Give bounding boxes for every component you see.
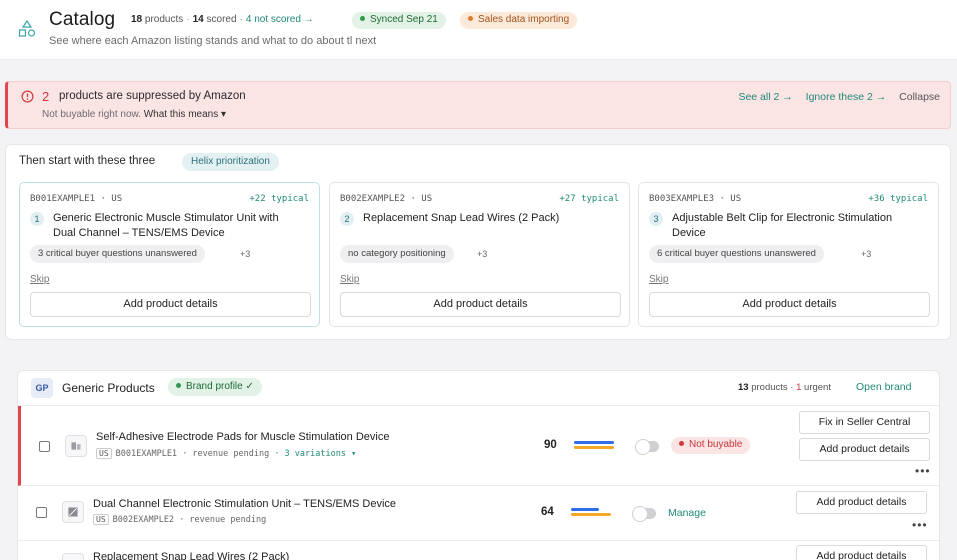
- catalog-shapes-icon: [18, 20, 36, 37]
- sales-import-badge: Sales data importing: [460, 12, 578, 29]
- skip-link[interactable]: Skip: [30, 274, 49, 285]
- skip-link[interactable]: Skip: [649, 274, 668, 285]
- fix-in-seller-central-button[interactable]: Fix in Seller Central: [799, 411, 930, 434]
- alert-circle-icon: [21, 90, 34, 103]
- brand-profile-badge: Brand profile ✓: [168, 378, 262, 396]
- not-scored-link[interactable]: 4 not scored →: [246, 14, 314, 25]
- card-product-name: Adjustable Belt Clip for Electronic Stim…: [672, 212, 893, 239]
- suggestions-title: Then start with these three: [19, 155, 156, 167]
- product-name[interactable]: Self-Adhesive Electrode Pads for Muscle …: [96, 431, 389, 443]
- listing-score: 90: [544, 439, 557, 451]
- product-thumbnail-icon: [62, 553, 84, 560]
- card-asin: B001EXAMPLE1 · US: [30, 194, 123, 204]
- not-buyable-badge: Not buyable: [671, 437, 751, 454]
- row-checkbox[interactable]: [36, 507, 47, 518]
- score-bars: [571, 508, 615, 518]
- card-rank: 2: [340, 212, 354, 226]
- listing-toggle[interactable]: [632, 506, 656, 522]
- table-row: Dual Channel Electronic Stimulation Unit…: [18, 486, 939, 541]
- suggestion-card: B002EXAMPLE2 · US +27 typical 2 Replacem…: [329, 182, 630, 327]
- card-typical: +36 typical: [868, 194, 928, 204]
- score-bars: [574, 441, 618, 451]
- add-product-details-button[interactable]: Add product details: [30, 292, 311, 317]
- manage-link[interactable]: Manage: [668, 507, 706, 519]
- card-asin: B003EXAMPLE3 · US: [649, 194, 742, 204]
- product-meta: US B002EXAMPLE2 · revenue pending: [93, 514, 266, 525]
- listing-score: 64: [541, 506, 554, 518]
- card-more-count: +3: [861, 249, 872, 259]
- open-brand-link[interactable]: Open brand: [856, 381, 911, 393]
- what-this-means-link[interactable]: What this means ▾: [144, 109, 226, 120]
- alert-title: products are suppressed by Amazon: [59, 90, 246, 102]
- synced-badge: Synced Sep 21: [352, 12, 446, 29]
- page-subtitle: See where each Amazon listing stands and…: [49, 35, 377, 47]
- ignore-link[interactable]: Ignore these 2 →: [806, 91, 887, 103]
- score-bar-blue: [571, 508, 599, 511]
- start-suggestions-panel: Then start with these three Helix priori…: [5, 144, 951, 340]
- variations-toggle[interactable]: · 3 variations ▾: [274, 449, 356, 459]
- product-thumbnail-icon: [65, 435, 87, 457]
- see-all-link[interactable]: See all 2 →: [738, 91, 792, 103]
- product-name[interactable]: Dual Channel Electronic Stimulation Unit…: [93, 498, 396, 510]
- skip-link[interactable]: Skip: [340, 274, 359, 285]
- page-title: Catalog: [49, 9, 116, 30]
- product-meta: US B001EXAMPLE1 · revenue pending · 3 var…: [96, 448, 356, 459]
- table-row: Replacement Snap Lead Wires (2 Pack) Add…: [18, 541, 939, 560]
- card-asin: B002EXAMPLE2 · US: [340, 194, 433, 204]
- score-bar-orange: [574, 446, 614, 449]
- brand-avatar: GP: [31, 378, 53, 398]
- brand-meta: 13 products · 1 urgent: [738, 382, 831, 393]
- catalog-header: Catalog 18 products · 14 scored · 4 not scor…: [0, 0, 957, 60]
- suppressed-count: 2: [42, 89, 50, 104]
- catalog-stats: 18 products · 14 scored · 4 not scored →: [131, 14, 314, 25]
- card-typical: +22 typical: [249, 194, 309, 204]
- product-name[interactable]: Replacement Snap Lead Wires (2 Pack): [93, 551, 289, 560]
- score-bar-blue: [574, 441, 614, 444]
- card-rank: 1: [30, 212, 44, 226]
- card-more-count: +3: [477, 249, 488, 259]
- suppressed-alert: 2 products are suppressed by Amazon Not …: [5, 81, 951, 129]
- card-issue-chip: no category positioning: [340, 245, 454, 263]
- table-row: Self-Adhesive Electrode Pads for Muscle …: [18, 406, 939, 486]
- listing-toggle[interactable]: [635, 439, 659, 455]
- card-product-name: Generic Electronic Muscle Stimulator Uni…: [53, 212, 279, 239]
- card-more-count: +3: [240, 249, 251, 259]
- alert-subtitle: Not buyable right now. What this means ▾: [42, 109, 227, 120]
- collapse-link[interactable]: Collapse: [899, 91, 940, 103]
- alert-actions: See all 2 → Ignore these 2 → Collapse: [728, 91, 940, 103]
- card-issue-chip: 3 critical buyer questions unanswered: [30, 245, 205, 263]
- score-bar-orange: [571, 513, 611, 516]
- card-typical: +27 typical: [559, 194, 619, 204]
- add-product-details-button[interactable]: Add product details: [799, 438, 930, 461]
- brand-group: GP Generic Products Brand profile ✓ 13 p…: [17, 370, 940, 560]
- add-product-details-button[interactable]: Add product details: [796, 545, 927, 560]
- card-rank: 3: [649, 212, 663, 226]
- brand-name: Generic Products: [62, 381, 155, 395]
- helix-tag: Helix prioritization: [182, 153, 279, 171]
- row-checkbox[interactable]: [39, 441, 50, 452]
- suggestion-card: B003EXAMPLE3 · US +36 typical 3 Adjustab…: [638, 182, 939, 327]
- suggestion-card: B001EXAMPLE1 · US +22 typical 1 Generic …: [19, 182, 320, 327]
- card-issue-chip: 6 critical buyer questions unanswered: [649, 245, 824, 263]
- add-product-details-button[interactable]: Add product details: [340, 292, 621, 317]
- card-product-name: Replacement Snap Lead Wires (2 Pack): [363, 212, 560, 224]
- product-thumbnail-icon: [62, 501, 84, 523]
- add-product-details-button[interactable]: Add product details: [649, 292, 930, 317]
- brand-header: GP Generic Products Brand profile ✓ 13 p…: [18, 371, 939, 406]
- more-actions-icon[interactable]: •••: [915, 464, 931, 478]
- add-product-details-button[interactable]: Add product details: [796, 491, 927, 514]
- more-actions-icon[interactable]: •••: [912, 518, 928, 532]
